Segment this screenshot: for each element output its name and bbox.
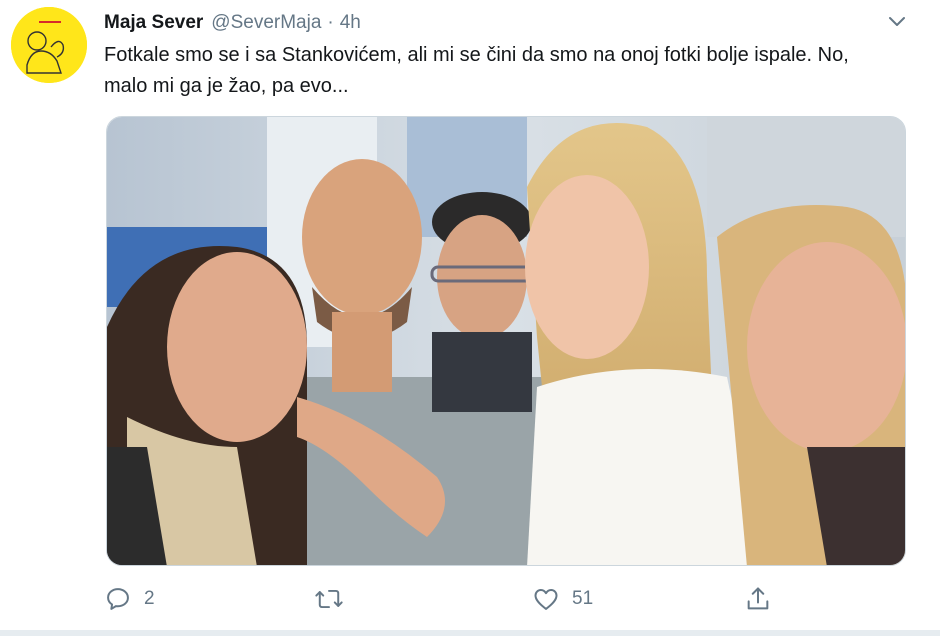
reply-icon (107, 588, 129, 610)
like-count: 51 (572, 588, 594, 609)
retweet-icon (315, 589, 343, 609)
tweet-actions: 2 51 (104, 583, 784, 615)
group-selfie-image (107, 117, 905, 565)
reply-count: 2 (144, 588, 155, 609)
tweet-header: Maja Sever @SeverMaja · 4h (104, 10, 361, 36)
more-options-button[interactable] (886, 10, 908, 32)
tweet-time[interactable]: 4h (340, 12, 361, 34)
avatar-image (11, 7, 87, 83)
author-handle[interactable]: @SeverMaja (211, 12, 321, 34)
tweet-text: Fotkale smo se i sa Stankovićem, ali mi … (104, 44, 849, 97)
heart-icon (534, 589, 558, 610)
reply-button[interactable]: 2 (104, 583, 155, 615)
retweet-button[interactable] (314, 583, 356, 615)
share-icon (747, 587, 769, 610)
avatar[interactable] (11, 7, 87, 83)
tweet-photo[interactable] (106, 116, 906, 566)
chevron-down-icon (889, 17, 905, 26)
separator-dot: · (327, 12, 334, 33)
share-button[interactable] (744, 583, 784, 615)
tweet-card[interactable]: Maja Sever @SeverMaja · 4h Fotkale smo s… (0, 0, 940, 636)
like-button[interactable]: 51 (532, 583, 593, 615)
author-name[interactable]: Maja Sever (104, 12, 203, 34)
